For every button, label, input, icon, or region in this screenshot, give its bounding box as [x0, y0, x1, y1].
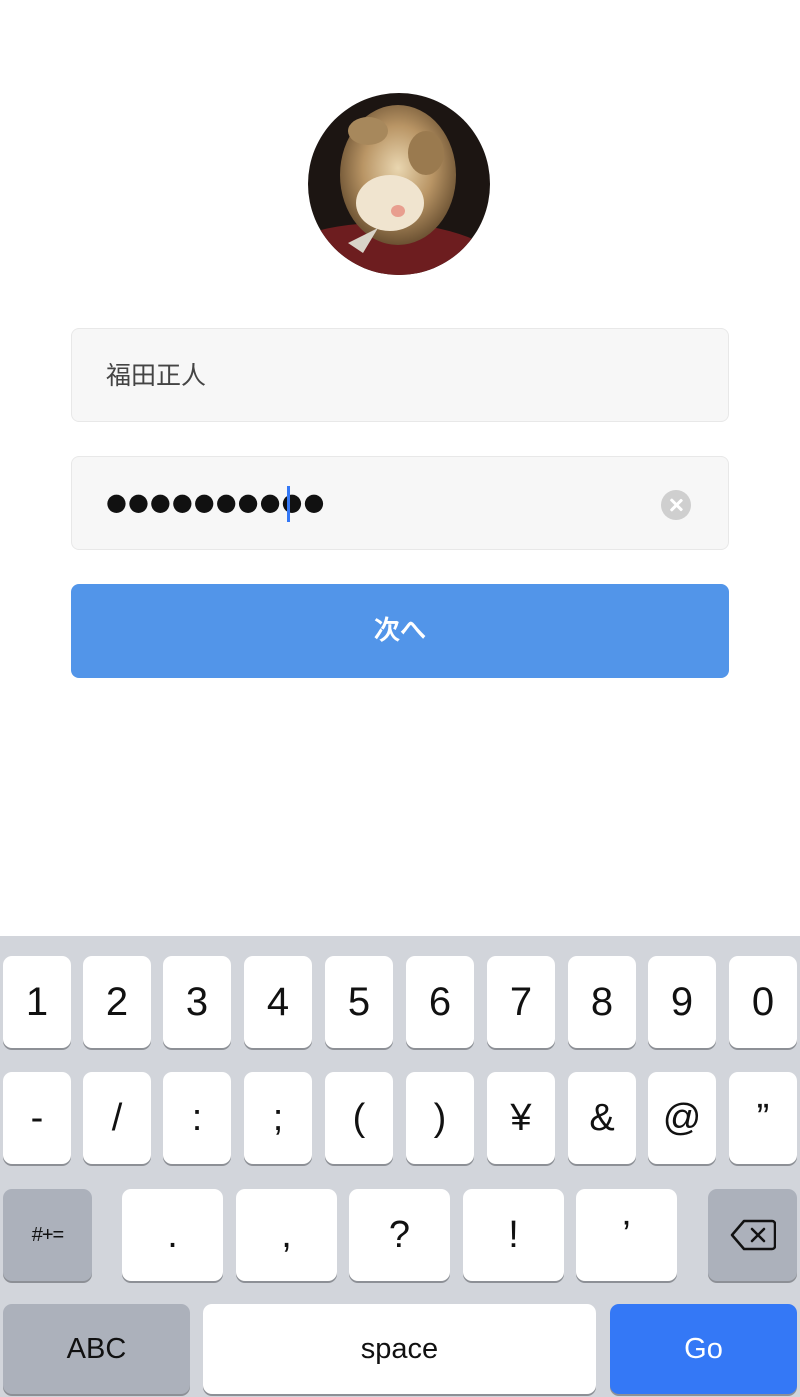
- key-4[interactable]: 4: [244, 956, 312, 1048]
- next-button[interactable]: 次へ: [71, 584, 729, 678]
- go-key[interactable]: Go: [610, 1304, 797, 1394]
- login-screen: 福田正人 ●●●●●●●●●● 次へ 1 2 3 4 5 6 7 8 9 0 -…: [0, 0, 800, 1397]
- key-close-paren[interactable]: ): [406, 1072, 474, 1164]
- key-hyphen[interactable]: -: [3, 1072, 71, 1164]
- key-yen[interactable]: ¥: [487, 1072, 555, 1164]
- key-open-paren[interactable]: (: [325, 1072, 393, 1164]
- key-apostrophe[interactable]: ’: [576, 1189, 677, 1281]
- space-key[interactable]: space: [203, 1304, 596, 1394]
- key-5[interactable]: 5: [325, 956, 393, 1048]
- key-6[interactable]: 6: [406, 956, 474, 1048]
- key-period[interactable]: .: [122, 1189, 223, 1281]
- key-slash[interactable]: /: [83, 1072, 151, 1164]
- key-exclamation[interactable]: !: [463, 1189, 564, 1281]
- key-colon[interactable]: :: [163, 1072, 231, 1164]
- key-question[interactable]: ?: [349, 1189, 450, 1281]
- password-field[interactable]: ●●●●●●●●●●: [71, 456, 729, 550]
- keyboard: 1 2 3 4 5 6 7 8 9 0 - / : ; ( ) ¥ & @ ” …: [0, 936, 800, 1397]
- key-9[interactable]: 9: [648, 956, 716, 1048]
- key-7[interactable]: 7: [487, 956, 555, 1048]
- key-ampersand[interactable]: &: [568, 1072, 636, 1164]
- username-value: 福田正人: [106, 361, 207, 390]
- backspace-key[interactable]: [708, 1189, 797, 1281]
- key-0[interactable]: 0: [729, 956, 797, 1048]
- key-semicolon[interactable]: ;: [244, 1072, 312, 1164]
- key-quote[interactable]: ”: [729, 1072, 797, 1164]
- abc-key[interactable]: ABC: [3, 1304, 190, 1394]
- key-2[interactable]: 2: [83, 956, 151, 1048]
- key-3[interactable]: 3: [163, 956, 231, 1048]
- key-comma[interactable]: ,: [236, 1189, 337, 1281]
- key-8[interactable]: 8: [568, 956, 636, 1048]
- key-1[interactable]: 1: [3, 956, 71, 1048]
- key-at[interactable]: @: [648, 1072, 716, 1164]
- clear-circle-icon[interactable]: [661, 490, 691, 520]
- password-value: ●●●●●●●●●●: [106, 488, 326, 516]
- avatar: [308, 93, 490, 275]
- text-caret: [287, 486, 290, 522]
- username-field[interactable]: 福田正人: [71, 328, 729, 422]
- symbols-toggle-key[interactable]: #+=: [3, 1189, 92, 1281]
- backspace-icon: [730, 1219, 776, 1251]
